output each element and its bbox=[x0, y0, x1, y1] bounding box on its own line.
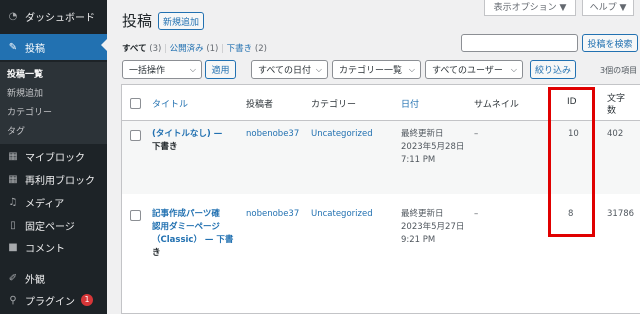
menu-appearance[interactable]: ✐ 外観 bbox=[0, 268, 107, 288]
chevron-down-icon: ⌵ bbox=[510, 64, 517, 74]
pin-icon: ✎ bbox=[8, 41, 18, 53]
grid-icon: ▦ bbox=[8, 150, 18, 162]
add-new-button[interactable]: 新規追加 bbox=[158, 12, 204, 30]
menu-my-blocks-label: マイブロック bbox=[25, 152, 85, 164]
post-date: 2023年5月27日 bbox=[401, 222, 465, 232]
screen-options-button[interactable]: 表示オプション ▼ bbox=[484, 0, 576, 16]
menu-media[interactable]: ♫ メディア bbox=[0, 192, 107, 212]
post-title-line3[interactable]: （Classic） — 下書 bbox=[152, 234, 233, 247]
post-title-link[interactable]: (タイトルなし) — bbox=[152, 128, 222, 141]
search-posts-button[interactable]: 投稿を検索 bbox=[582, 34, 638, 52]
menu-pages-label: 固定ページ bbox=[25, 221, 75, 233]
post-date: 2023年5月28日 bbox=[401, 142, 465, 152]
apply-button[interactable]: 適用 bbox=[205, 60, 236, 79]
post-thumbnail: – bbox=[474, 129, 479, 139]
post-time: 9:21 PM bbox=[401, 235, 436, 245]
active-indicator bbox=[101, 39, 107, 51]
date-filter-select[interactable]: すべての日付 ⌵ bbox=[251, 60, 328, 79]
post-date-label: 最終更新日 bbox=[401, 209, 444, 219]
menu-plugins[interactable]: ⚲ プラグイン 1 bbox=[0, 290, 107, 310]
help-button[interactable]: ヘルプ ▼ bbox=[582, 0, 634, 16]
bulk-action-value: 一括操作 bbox=[129, 66, 166, 76]
filter-drafts[interactable]: 下書き bbox=[227, 44, 253, 54]
filter-separator: | bbox=[164, 44, 167, 54]
item-count: 3個の項目 bbox=[600, 66, 638, 75]
column-chars-line2: 数 bbox=[607, 106, 617, 116]
filter-published-count: (1) bbox=[206, 44, 219, 54]
select-all-checkbox[interactable] bbox=[130, 98, 141, 109]
column-category: カテゴリー bbox=[311, 100, 357, 110]
submenu-categories[interactable]: カテゴリー bbox=[7, 105, 52, 118]
menu-dashboard[interactable]: ◔ ダッシュボード bbox=[0, 6, 107, 26]
submenu-add-new[interactable]: 新規追加 bbox=[7, 86, 43, 99]
chevron-down-icon: ⌵ bbox=[315, 64, 322, 74]
row-checkbox[interactable] bbox=[130, 210, 141, 221]
post-author[interactable]: nobenobe37 bbox=[246, 208, 299, 221]
category-filter-select[interactable]: カテゴリー一覧 ⌵ bbox=[332, 60, 421, 79]
post-chars: 31786 bbox=[607, 209, 635, 219]
filter-published[interactable]: 公開済み bbox=[170, 44, 204, 54]
row-checkbox[interactable] bbox=[130, 130, 141, 141]
post-title-state: 下書き bbox=[152, 142, 178, 152]
search-input[interactable] bbox=[461, 34, 578, 52]
column-date[interactable]: 日付 bbox=[401, 97, 419, 110]
menu-posts-label: 投稿 bbox=[25, 43, 45, 55]
post-title-line4: き bbox=[152, 248, 161, 258]
menu-appearance-label: 外観 bbox=[25, 274, 45, 286]
filter-button[interactable]: 絞り込み bbox=[530, 60, 576, 79]
submenu-all-posts[interactable]: 投稿一覧 bbox=[7, 67, 43, 80]
plugin-icon: ⚲ bbox=[9, 294, 17, 306]
menu-pages[interactable]: ▯ 固定ページ bbox=[0, 215, 107, 235]
post-category[interactable]: Uncategorized bbox=[311, 208, 373, 221]
filter-drafts-count: (2) bbox=[254, 44, 267, 54]
column-thumbnail: サムネイル bbox=[474, 100, 519, 110]
user-filter-value: すべてのユーザー bbox=[432, 66, 503, 76]
menu-posts[interactable]: ✎ 投稿 bbox=[0, 34, 107, 60]
date-filter-value: すべての日付 bbox=[258, 66, 312, 76]
post-title-link[interactable]: 記事作成パーツ確 bbox=[152, 208, 220, 221]
filter-all-count: (3) bbox=[149, 44, 162, 54]
status-filters: すべて (3) | 公開済み (1) | 下書き (2) bbox=[122, 42, 267, 54]
admin-sidebar: ◔ ダッシュボード ✎ 投稿 投稿一覧 新規追加 カテゴリー タグ ▦ マイブロ… bbox=[0, 0, 107, 314]
menu-my-blocks[interactable]: ▦ マイブロック bbox=[0, 146, 107, 166]
plugin-update-badge: 1 bbox=[81, 294, 93, 306]
post-title-link[interactable]: 認用ダミーページ bbox=[152, 221, 220, 234]
filter-separator: | bbox=[221, 44, 224, 54]
post-time: 7:11 PM bbox=[401, 155, 436, 165]
menu-comments[interactable]: ■ コメント bbox=[0, 237, 107, 257]
post-date-label: 最終更新日 bbox=[401, 129, 444, 139]
filter-all[interactable]: すべて bbox=[122, 44, 147, 54]
brush-icon: ✐ bbox=[8, 272, 18, 284]
column-author: 投稿者 bbox=[246, 100, 274, 110]
bulk-action-select[interactable]: 一括操作 ⌵ bbox=[122, 60, 202, 79]
chevron-down-icon: ⌵ bbox=[189, 64, 196, 74]
post-category[interactable]: Uncategorized bbox=[311, 128, 373, 141]
menu-dashboard-label: ダッシュボード bbox=[25, 12, 95, 24]
dashboard-icon: ◔ bbox=[8, 10, 18, 22]
page-icon: ▯ bbox=[10, 219, 16, 231]
post-author[interactable]: nobenobe37 bbox=[246, 128, 299, 141]
id-column-highlight bbox=[548, 87, 595, 237]
menu-reusable-blocks-label: 再利用ブロック bbox=[25, 175, 95, 187]
menu-media-label: メディア bbox=[25, 198, 65, 210]
page-title: 投稿 bbox=[122, 12, 153, 30]
user-filter-select[interactable]: すべてのユーザー ⌵ bbox=[425, 60, 523, 79]
menu-reusable-blocks[interactable]: ▦ 再利用ブロック bbox=[0, 169, 107, 189]
submenu-tags[interactable]: タグ bbox=[7, 124, 25, 137]
media-icon: ♫ bbox=[8, 196, 18, 208]
category-filter-value: カテゴリー一覧 bbox=[339, 66, 403, 76]
post-thumbnail: – bbox=[474, 209, 479, 219]
comment-icon: ■ bbox=[8, 241, 18, 253]
menu-plugins-label: プラグイン bbox=[25, 296, 75, 308]
column-title[interactable]: タイトル bbox=[152, 97, 188, 110]
menu-comments-label: コメント bbox=[25, 243, 65, 255]
posts-submenu: 投稿一覧 新規追加 カテゴリー タグ bbox=[0, 62, 107, 144]
chevron-down-icon: ⌵ bbox=[408, 64, 415, 74]
grid-icon: ▦ bbox=[8, 173, 18, 185]
post-chars: 402 bbox=[607, 129, 624, 139]
